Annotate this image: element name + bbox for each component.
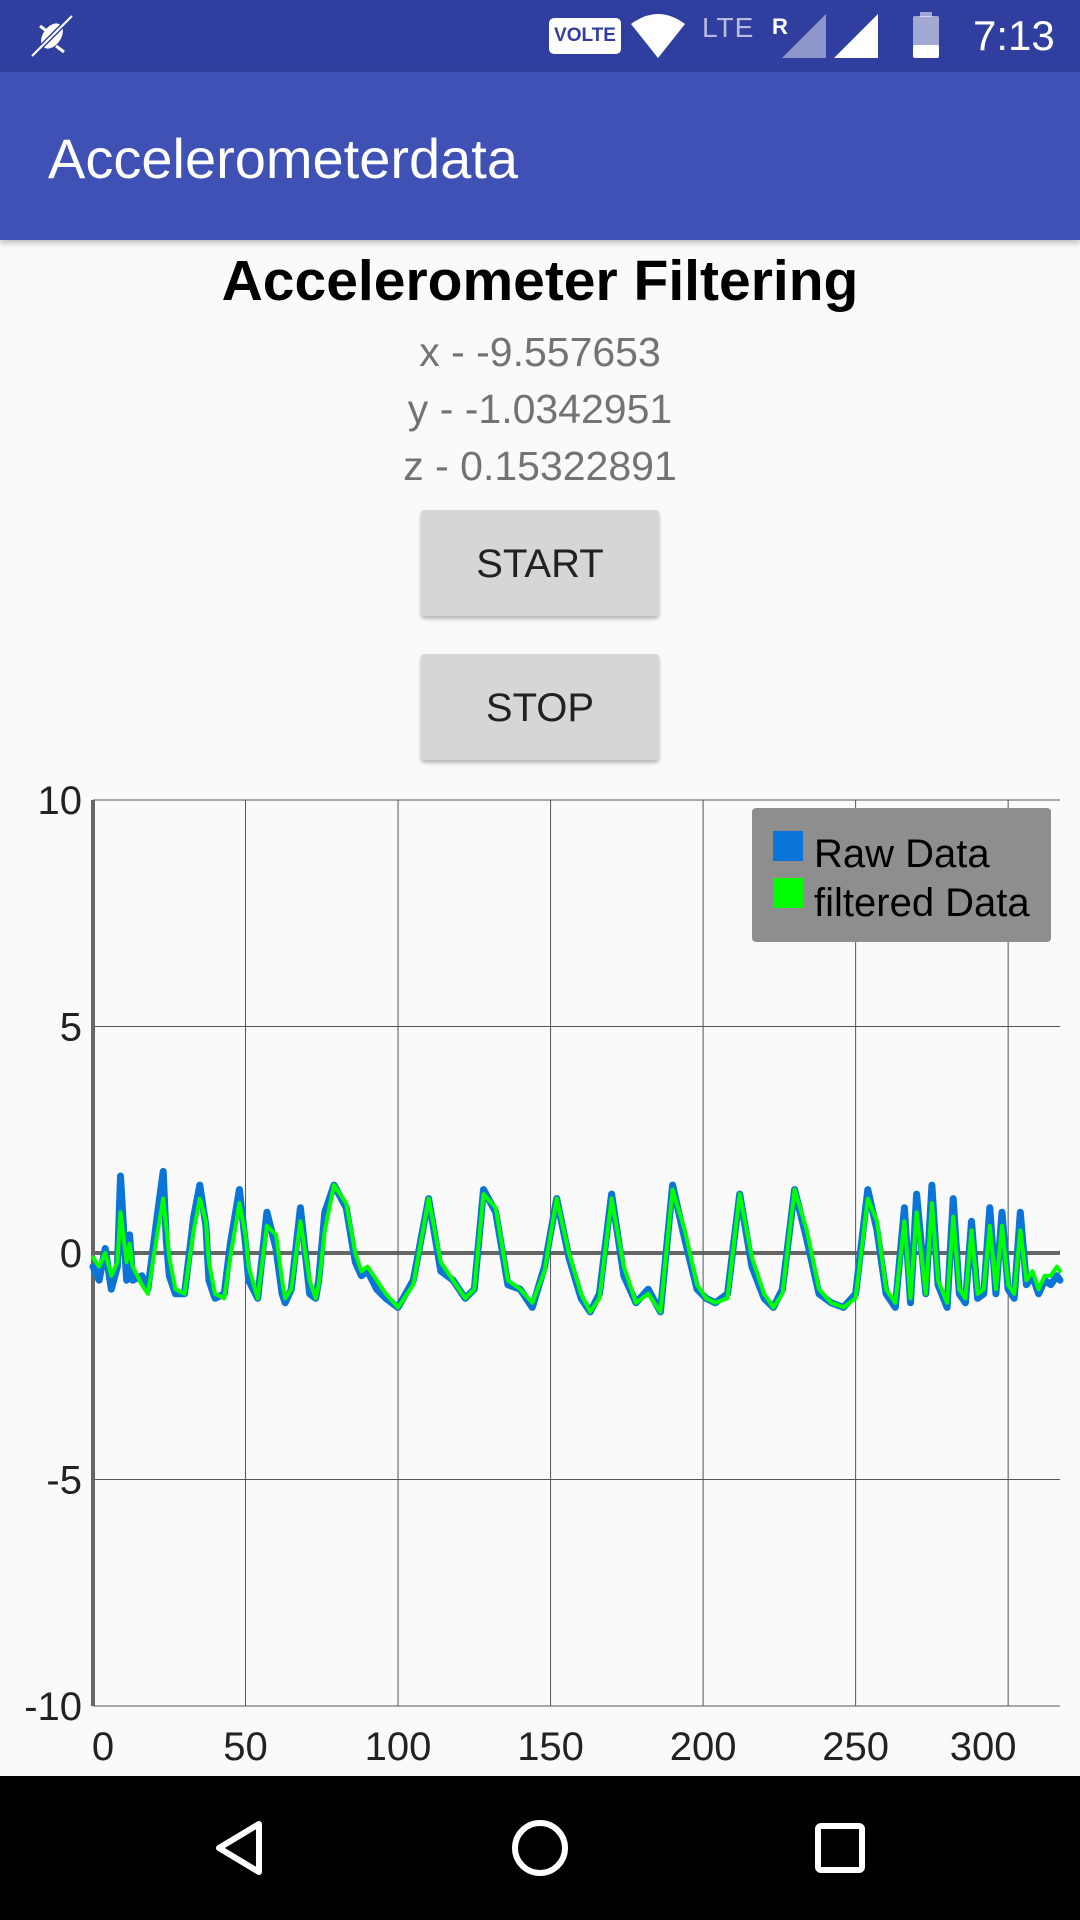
app-title: Accelerometerdata <box>48 127 519 190</box>
lte-label: LTE <box>702 12 755 43</box>
stop-button-label: STOP <box>485 686 595 730</box>
stop-button[interactable]: STOP <box>421 654 659 760</box>
app-bar: Accelerometerdata <box>0 72 1080 240</box>
x-tick-label: 0 <box>92 1725 114 1769</box>
legend-label-raw: Raw Data <box>814 832 990 876</box>
x-tick-label: 150 <box>517 1725 584 1769</box>
legend-label-filtered: filtered Data <box>814 881 1030 925</box>
status-bar: VOLTE LTE R 7:13 <box>0 0 1080 72</box>
y-tick-label: 10 <box>38 780 83 823</box>
navigation-bar <box>0 1776 1080 1920</box>
home-button[interactable] <box>460 1776 620 1920</box>
x-tick-label: 300 <box>950 1725 1017 1769</box>
y-tick-label: -10 <box>24 1685 82 1729</box>
start-button-label: START <box>476 542 604 586</box>
roaming-signal-icon: R <box>770 12 830 65</box>
home-icon <box>512 1820 568 1876</box>
page-title: Accelerometer Filtering <box>221 249 859 313</box>
x-tick-label: 200 <box>670 1725 737 1769</box>
x-tick-label: 100 <box>365 1725 432 1769</box>
legend-swatch-raw <box>773 831 803 861</box>
volte-badge: VOLTE <box>549 18 621 54</box>
y-tick-label: 0 <box>60 1232 82 1276</box>
bug-notification-icon <box>26 12 78 65</box>
y-tick-label: -5 <box>46 1459 82 1503</box>
z-reading: z - 0.15322891 <box>403 443 677 489</box>
cell-signal-icon <box>832 14 880 65</box>
roaming-label: R <box>772 14 788 39</box>
y-tick-label: 5 <box>60 1006 82 1050</box>
status-time: 7:13 <box>973 12 1055 59</box>
x-tick-label: 50 <box>223 1725 268 1769</box>
battery-icon <box>910 12 942 65</box>
back-icon <box>216 1821 262 1875</box>
start-button[interactable]: START <box>421 510 659 616</box>
x-reading: x - -9.557653 <box>419 329 661 375</box>
back-button[interactable] <box>161 1776 321 1920</box>
chart-legend: Raw Data filtered Data <box>752 808 1051 942</box>
x-tick-label: 250 <box>822 1725 889 1769</box>
recents-icon <box>815 1823 865 1873</box>
recents-button[interactable] <box>760 1776 920 1920</box>
legend-swatch-filtered <box>773 878 803 908</box>
wifi-icon <box>629 12 687 65</box>
y-reading: y - -1.0342951 <box>407 386 673 432</box>
